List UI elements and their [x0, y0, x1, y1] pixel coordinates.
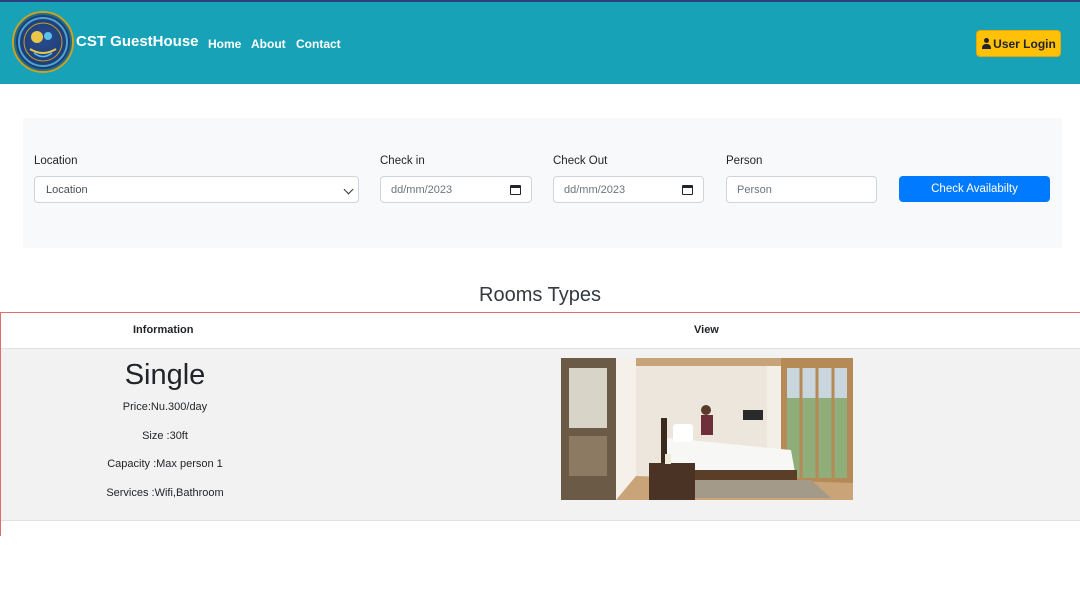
calendar-icon[interactable]: [682, 185, 693, 195]
guesthouse-logo[interactable]: [12, 11, 74, 73]
location-label: Location: [34, 155, 78, 167]
navbar: CST GuestHouse Home About Contact User L…: [0, 0, 1080, 84]
room-photo: [561, 358, 853, 500]
room-size: Size :30ft: [142, 430, 188, 442]
brand-name[interactable]: CST GuestHouse: [76, 33, 199, 50]
nav-link-contact[interactable]: Contact: [296, 37, 341, 51]
person-input[interactable]: Person: [726, 176, 877, 203]
person-input-placeholder: Person: [737, 183, 772, 196]
user-icon: [981, 38, 992, 49]
chevron-down-icon: [343, 184, 354, 195]
check-out-date-input[interactable]: dd/mm/2023: [553, 176, 704, 203]
column-header-information: Information: [133, 324, 194, 336]
room-price: Price:Nu.300/day: [122, 401, 208, 413]
column-header-view: View: [694, 324, 719, 336]
check-in-date-input[interactable]: dd/mm/2023: [380, 176, 532, 203]
user-login-label: User Login: [993, 36, 1056, 51]
rooms-heading: Rooms Types: [479, 284, 601, 306]
location-select-value: Location: [46, 183, 88, 196]
check-out-date-value: dd/mm/2023: [564, 183, 626, 196]
calendar-icon[interactable]: [510, 185, 521, 195]
check-out-label: Check Out: [553, 155, 608, 167]
check-in-date-value: dd/mm/2023: [391, 183, 453, 196]
navbar-top-border: [0, 0, 1080, 2]
room-type-name: Single: [124, 359, 206, 391]
room-capacity: Capacity :Max person 1: [107, 458, 223, 470]
nav-link-home[interactable]: Home: [208, 37, 241, 51]
person-label: Person: [726, 155, 763, 167]
room-services: Services :Wifi,Bathroom: [106, 487, 224, 499]
check-availability-button[interactable]: Check Availabilty: [899, 176, 1050, 202]
nav-link-about[interactable]: About: [251, 37, 286, 51]
location-select[interactable]: Location: [34, 176, 359, 203]
user-login-button[interactable]: User Login: [976, 30, 1061, 57]
check-in-label: Check in: [380, 155, 425, 167]
